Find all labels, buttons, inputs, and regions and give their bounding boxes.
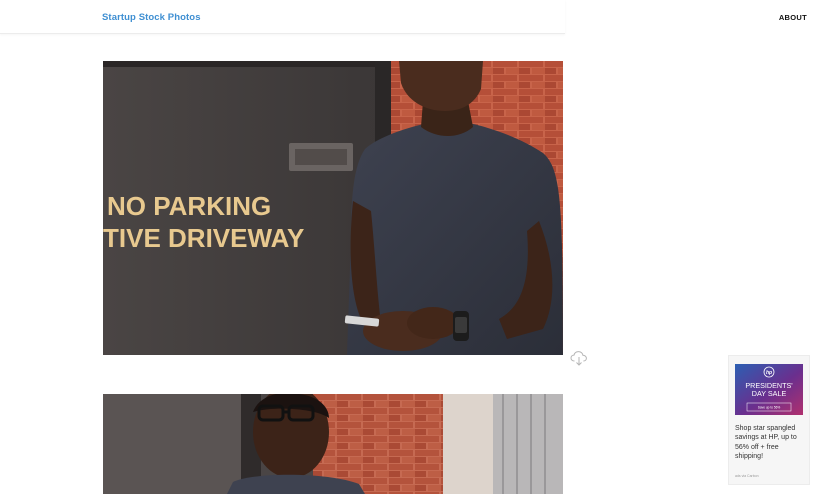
site-header: Startup Stock Photos: [0, 0, 565, 34]
photo-2-image: [103, 394, 563, 494]
sign-text-line-1: NO PARKING: [107, 191, 271, 221]
hp-sale-banner: hp PRESIDENTS' DAY SALE Save up to 56%: [735, 364, 803, 415]
photo-1-image: NO PARKING TIVE DRIVEWAY: [103, 61, 563, 355]
hp-logo: hp: [766, 370, 772, 376]
stock-photo-2[interactable]: [103, 394, 563, 494]
ad-via-carbon[interactable]: ads via Carbon: [735, 474, 759, 478]
ad-headline-2: DAY SALE: [752, 389, 787, 398]
ad-banner-image[interactable]: hp PRESIDENTS' DAY SALE Save up to 56%: [735, 364, 803, 415]
sign-text-line-2: TIVE DRIVEWAY: [103, 223, 304, 253]
cloud-download-icon: [570, 351, 587, 366]
stock-photo-1[interactable]: NO PARKING TIVE DRIVEWAY: [103, 61, 563, 355]
site-logo-link[interactable]: Startup Stock Photos: [102, 12, 201, 23]
carbon-ad[interactable]: hp PRESIDENTS' DAY SALE Save up to 56% S…: [728, 355, 810, 485]
nav-about-link[interactable]: ABOUT: [779, 13, 807, 22]
ad-description[interactable]: Shop star spangled savings at HP, up to …: [735, 424, 805, 462]
ad-cta: Save up to 56%: [758, 406, 781, 410]
download-button[interactable]: [570, 350, 588, 366]
